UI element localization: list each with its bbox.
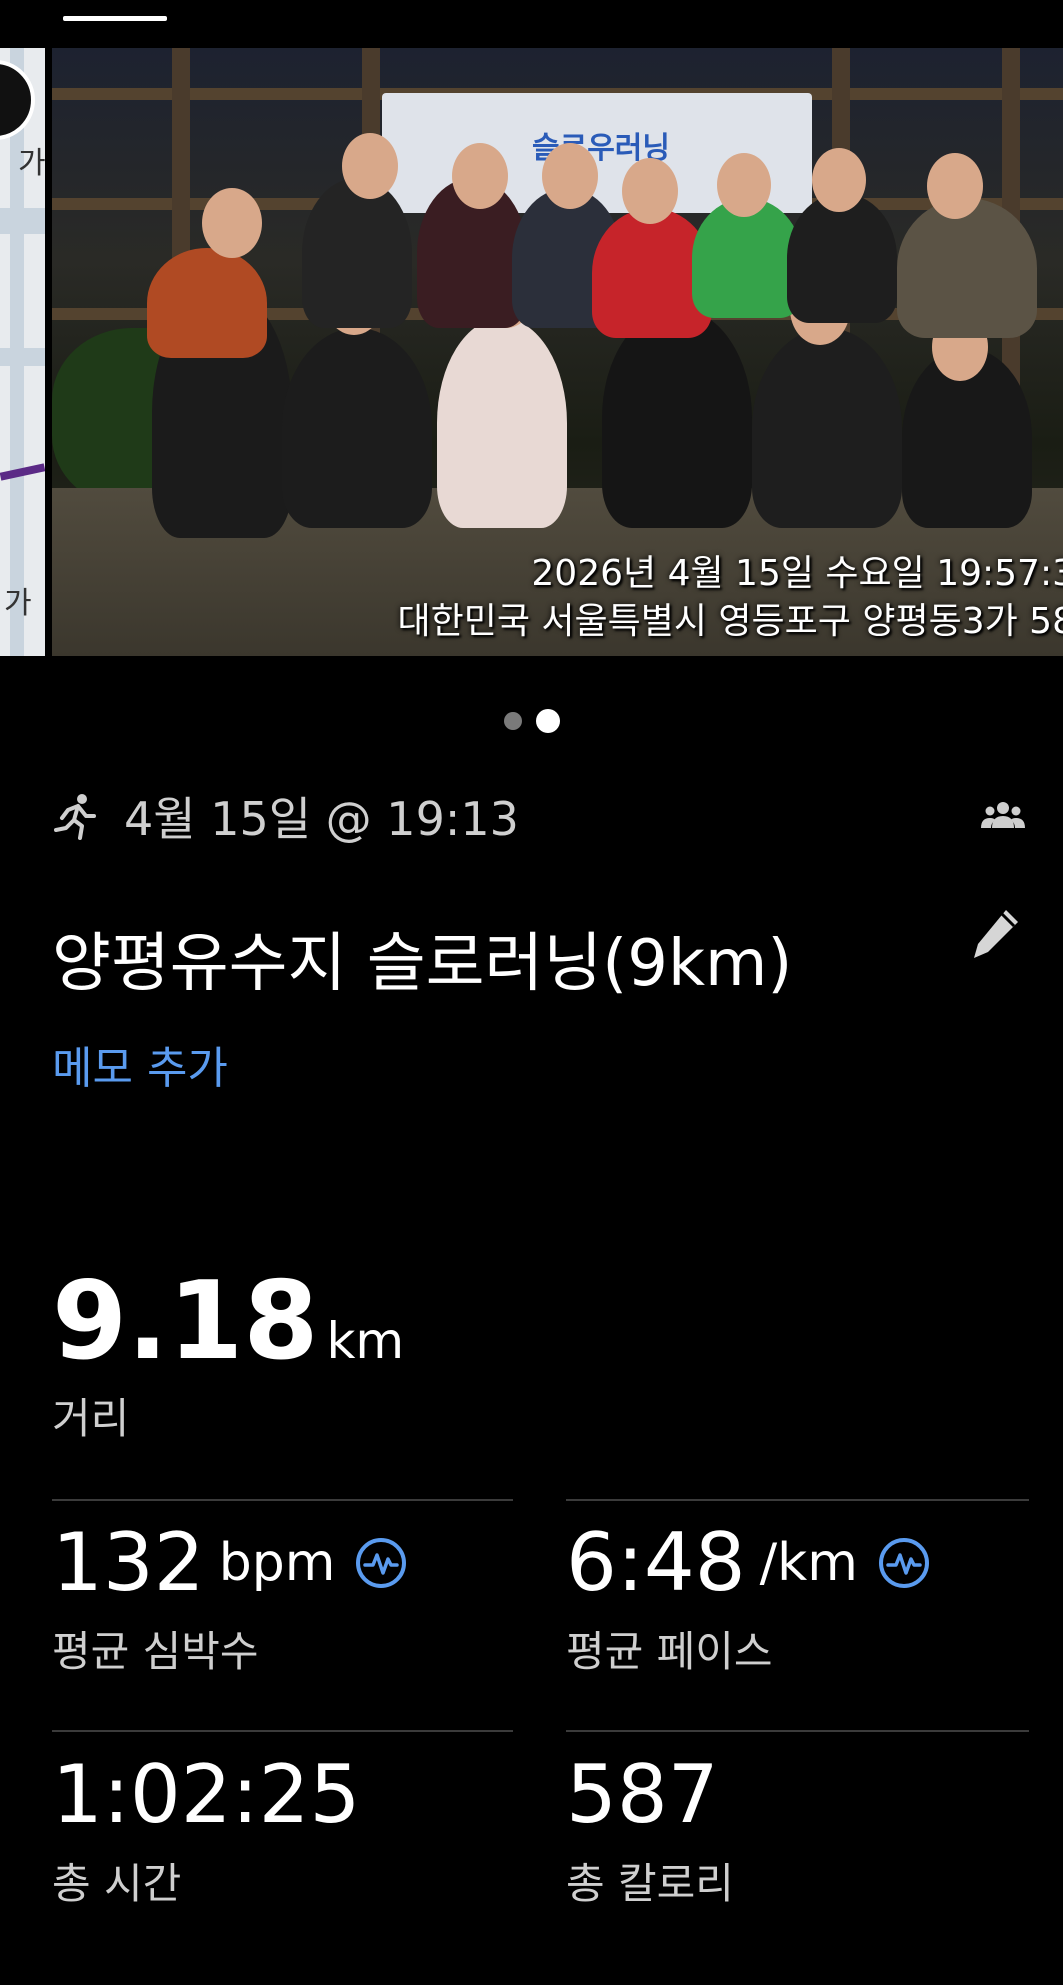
- person-face: [812, 148, 866, 212]
- divider: [566, 1499, 1029, 1501]
- stat-number: 132: [52, 1516, 205, 1609]
- person-face: [202, 188, 262, 258]
- person-face: [717, 153, 771, 217]
- person: [437, 318, 567, 528]
- status-bar-indicator: [63, 16, 167, 21]
- carousel-pager: [0, 706, 1063, 736]
- stat-unit: bpm: [218, 1533, 336, 1593]
- avg-pace-value: 6:48/km: [566, 1518, 930, 1608]
- total-time-label: 총 시간: [52, 1859, 182, 1908]
- media-carousel[interactable]: 가 가 슬로우러닝 2026년 4월 15일 수요일 19:57:3 대한민국 …: [0, 48, 1063, 656]
- person: [282, 328, 432, 528]
- distance-value: 9.18 km: [52, 1262, 404, 1401]
- total-time-value: 1:02:25: [52, 1750, 360, 1840]
- route-map-preview[interactable]: 가 가: [0, 48, 45, 656]
- add-memo-link[interactable]: 메모 추가: [52, 1032, 228, 1096]
- activity-photo[interactable]: 슬로우러닝 2026년 4월 15일 수요일 19:57:3 대한민국 서울특별…: [52, 48, 1063, 656]
- divider: [566, 1730, 1029, 1732]
- photo-location: 대한민국 서울특별시 영등포구 양평동3가 58: [397, 601, 1063, 642]
- distance-unit: km: [326, 1312, 405, 1370]
- avg-heart-rate-label: 평균 심박수: [52, 1627, 259, 1676]
- activity-meta: 4월 15일 @ 19:13: [52, 786, 519, 846]
- person-face: [542, 143, 598, 209]
- stat-unit: /km: [759, 1533, 858, 1593]
- stat-number: 587: [566, 1748, 719, 1841]
- avg-pace-label: 평균 페이스: [566, 1627, 773, 1676]
- photo-timestamp-overlay: 2026년 4월 15일 수요일 19:57:3 대한민국 서울특별시 영등포구…: [397, 550, 1063, 646]
- person: [752, 328, 902, 528]
- pager-dot[interactable]: [503, 712, 522, 730]
- person: [302, 178, 412, 328]
- person: [897, 198, 1037, 338]
- total-calories-label: 총 칼로리: [566, 1859, 734, 1908]
- map-label: 가: [18, 146, 45, 181]
- heart-rate-icon[interactable]: [355, 1537, 407, 1589]
- map-road: [0, 348, 45, 366]
- stat-number: 6:48: [566, 1516, 746, 1609]
- map-label: 가: [4, 586, 32, 621]
- total-calories-value: 587: [566, 1750, 719, 1840]
- edit-icon[interactable]: [968, 904, 1024, 964]
- activity-date-time: 4월 15일 @ 19:13: [124, 792, 519, 846]
- heart-rate-icon[interactable]: [878, 1537, 930, 1589]
- running-icon: [54, 794, 96, 840]
- person-face: [342, 133, 398, 199]
- distance-number: 9.18: [52, 1259, 319, 1384]
- avg-heart-rate-value: 132 bpm: [52, 1518, 407, 1608]
- photo-timestamp: 2026년 4월 15일 수요일 19:57:3: [531, 553, 1063, 594]
- group-icon[interactable]: [981, 800, 1025, 830]
- stat-number: 1:02:25: [52, 1748, 361, 1841]
- activity-title: 양평유수지 슬로러닝(9km): [52, 927, 793, 1001]
- person-face: [927, 153, 983, 219]
- map-control-button[interactable]: [0, 60, 35, 140]
- person: [147, 248, 267, 358]
- person: [787, 193, 897, 323]
- distance-label: 거리: [52, 1394, 130, 1443]
- person-face: [622, 158, 678, 224]
- pager-dot-active[interactable]: [535, 709, 560, 733]
- person-face: [452, 143, 508, 209]
- person: [602, 308, 752, 528]
- divider: [52, 1730, 513, 1732]
- divider: [52, 1499, 513, 1501]
